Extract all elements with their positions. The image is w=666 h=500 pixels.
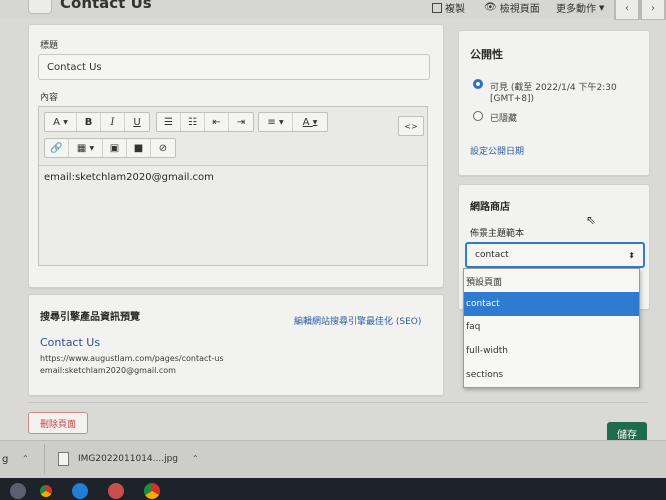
chrome-icon[interactable] — [144, 483, 160, 499]
bullet-list-icon[interactable]: ☰ — [157, 113, 181, 131]
seo-preview-title: Contact Us — [40, 336, 101, 349]
visibility-heading: 公開性 — [470, 48, 503, 61]
hidden-radio[interactable] — [473, 111, 483, 121]
next-page-button[interactable]: › — [640, 0, 666, 20]
align-dropdown[interactable]: ≡ ▼ — [259, 113, 293, 131]
pager: ‹ › — [614, 0, 666, 20]
browser-icon[interactable] — [108, 483, 124, 499]
indent-icon[interactable]: ⇥ — [229, 113, 253, 131]
numbered-list-icon[interactable]: ☷ — [181, 113, 205, 131]
more-actions-button[interactable]: 更多動作 ▼ — [556, 0, 605, 16]
content-label: 內容 — [40, 93, 59, 103]
caret-down-icon: ▼ — [278, 118, 284, 126]
caret-down-icon: ▼ — [599, 3, 605, 12]
italic-button[interactable]: I — [101, 113, 125, 131]
dropdown-option[interactable]: sections — [464, 363, 639, 387]
link-icon[interactable]: 🔗 — [45, 139, 69, 157]
copy-icon — [432, 2, 442, 13]
code-view-icon[interactable]: <> — [399, 117, 423, 135]
back-button[interactable] — [28, 0, 52, 14]
start-icon[interactable] — [10, 483, 26, 499]
template-select[interactable]: contact ⬍ — [465, 242, 645, 268]
dropdown-option[interactable]: full-width — [464, 339, 639, 363]
text-color-dropdown[interactable]: A ▼ — [293, 113, 327, 131]
template-select-value: contact — [475, 250, 509, 260]
format-group: A ▼ B I U — [44, 112, 150, 132]
caret-down-icon: ▼ — [312, 118, 318, 126]
more-actions-label: 更多動作 — [556, 4, 596, 15]
delete-page-button[interactable]: 刪除頁面 — [28, 412, 88, 434]
html-group: <> — [398, 116, 424, 136]
visible-radio[interactable] — [473, 79, 483, 89]
caret-down-icon: ▼ — [89, 144, 95, 152]
insert-group: 🔗 ▦ ▼ ▣ ■ ⊘ — [44, 138, 176, 158]
online-store-heading: 網路商店 — [470, 202, 510, 213]
underline-button[interactable]: U — [125, 113, 149, 131]
video-icon[interactable]: ■ — [127, 139, 151, 157]
editor-body-text[interactable]: email:sketchlam2020@gmail.com — [44, 172, 214, 183]
download-divider — [44, 444, 45, 474]
dropdown-option[interactable]: 預設頁面 — [464, 269, 639, 293]
template-dropdown-list: 預設頁面 contact faq full-width sections — [463, 268, 640, 388]
table-dropdown[interactable]: ▦ ▼ — [69, 139, 103, 157]
select-arrows-icon: ⬍ — [628, 250, 635, 260]
edge-icon[interactable] — [72, 483, 88, 499]
visible-label-timezone: [GMT+8]) — [490, 94, 535, 104]
divider — [28, 402, 648, 403]
template-label: 佈景主題範本 — [470, 229, 525, 239]
text-style-dropdown[interactable]: A ▼ — [45, 113, 77, 131]
set-publish-date-link[interactable]: 設定公開日期 — [470, 144, 524, 157]
dropdown-option[interactable]: faq — [464, 315, 639, 339]
image-icon[interactable]: ▣ — [103, 139, 127, 157]
seo-heading: 搜尋引擎產品資訊預覽 — [40, 312, 140, 323]
seo-preview-description: email:sketchlam2020@gmail.com — [40, 366, 176, 375]
chevron-left-icon: ‹ — [615, 0, 639, 20]
chrome-icon[interactable] — [38, 483, 54, 499]
view-page-label: 檢視頁面 — [499, 4, 540, 15]
chevron-up-icon[interactable]: ⌃ — [22, 454, 29, 463]
align-group: ≡ ▼ A ▼ — [258, 112, 328, 132]
taskbar — [0, 478, 666, 500]
bold-button[interactable]: B — [77, 113, 101, 131]
prev-page-button[interactable]: ‹ — [614, 0, 640, 20]
outdent-icon[interactable]: ⇤ — [205, 113, 229, 131]
chevron-right-icon: › — [641, 0, 665, 20]
copy-button[interactable]: 複製 — [432, 0, 465, 15]
edit-seo-link[interactable]: 編輯網站搜尋引擎最佳化 (SEO) — [294, 314, 421, 327]
caret-down-icon: ▼ — [63, 118, 68, 126]
clear-format-icon[interactable]: ⊘ — [151, 139, 175, 157]
file-icon — [58, 452, 69, 466]
title-label: 標題 — [40, 41, 59, 51]
visible-label: 可見 (截至 2022/1/4 下午2:30 — [490, 83, 617, 93]
seo-preview-url: https://www.augustlam.com/pages/contact-… — [40, 354, 224, 363]
eye-icon: 👁 — [484, 2, 497, 13]
dropdown-option-selected[interactable]: contact — [464, 292, 639, 316]
download-filename[interactable]: IMG2022011014....jpg — [78, 454, 178, 464]
mouse-cursor-icon: ⇖ — [586, 213, 597, 227]
list-group: ☰ ☷ ⇤ ⇥ — [156, 112, 254, 132]
copy-label: 複製 — [445, 4, 465, 15]
page-title: Contact Us — [60, 0, 152, 12]
download-prefix: g — [2, 454, 9, 465]
hidden-label: 已隱藏 — [490, 114, 518, 124]
chevron-up-icon[interactable]: ⌃ — [192, 454, 199, 463]
view-page-button[interactable]: 👁 檢視頁面 — [484, 0, 540, 15]
title-input[interactable]: Contact Us — [38, 54, 430, 80]
